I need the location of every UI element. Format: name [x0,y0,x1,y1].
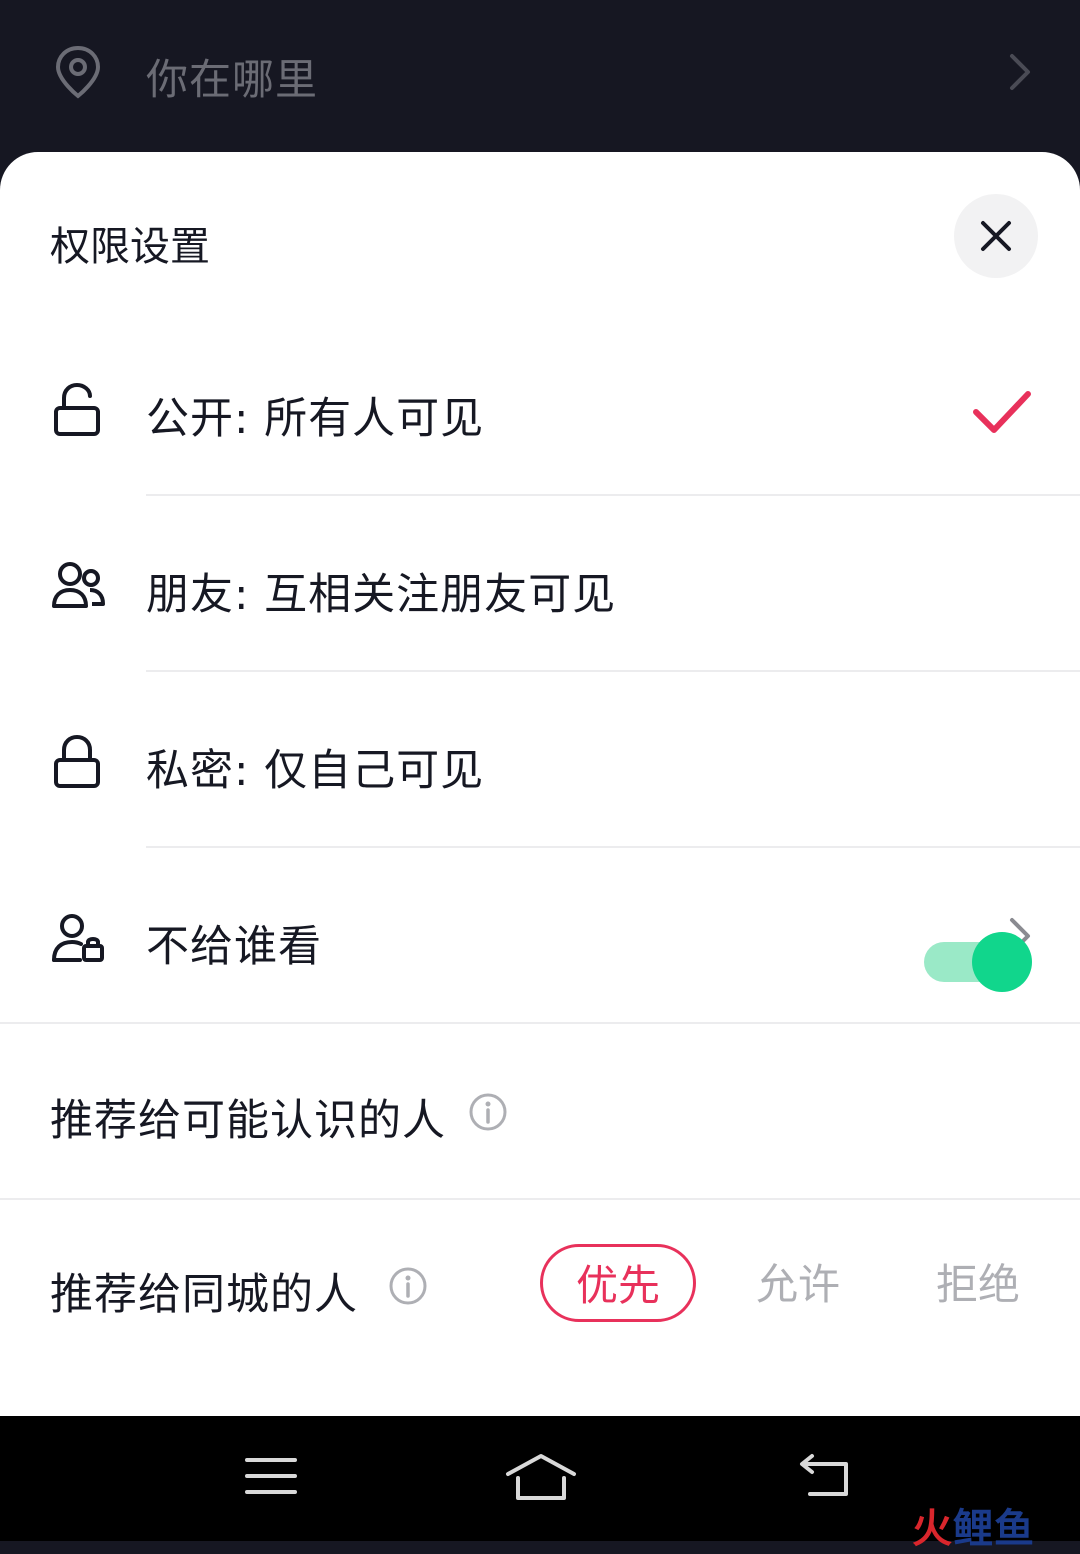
back-icon[interactable] [796,1452,852,1500]
recommend-known-label: 推荐给可能认识的人 [50,1096,446,1146]
close-icon [981,221,1011,251]
friends-icon [52,562,105,608]
city-option-reject[interactable]: 拒绝 [900,1246,1056,1324]
option-public[interactable]: 公开: 所有人可见 [0,322,1080,498]
city-option-priority[interactable]: 优先 [540,1244,696,1322]
divider [146,846,1080,848]
unlock-icon [54,382,100,436]
info-icon[interactable] [388,1266,428,1306]
recommend-known-toggle[interactable] [922,930,1034,992]
chevron-right-icon [1010,54,1030,90]
section-divider [0,1198,1080,1200]
option-friends-label: 朋友: 互相关注朋友可见 [146,570,617,620]
location-text: 你在哪里 [146,55,319,104]
watermark-logo: 火鲤鱼 [912,1506,1035,1552]
divider [146,670,1080,672]
home-icon[interactable] [504,1452,578,1504]
city-option-allow[interactable]: 允许 [720,1246,876,1324]
option-private-label: 私密: 仅自己可见 [146,746,485,796]
toggle-knob [972,932,1032,992]
checkmark-icon [973,391,1031,433]
section-divider [0,1022,1080,1024]
divider [146,494,1080,496]
option-hide-from-label: 不给谁看 [146,922,322,972]
location-row[interactable]: 你在哪里 [0,28,1080,118]
sheet-title: 权限设置 [50,224,210,270]
permission-sheet: 权限设置 公开: 所有人可见 朋友: 互相关注朋友可见 私密: 仅自己可见 不给… [0,152,1080,1416]
lock-icon [54,734,100,788]
close-button[interactable] [954,194,1038,278]
option-public-label: 公开: 所有人可见 [146,394,485,444]
recommend-city-label: 推荐给同城的人 [50,1270,358,1320]
location-pin-icon [55,45,101,99]
option-friends[interactable]: 朋友: 互相关注朋友可见 [0,498,1080,674]
menu-icon[interactable] [244,1452,298,1500]
user-lock-icon [52,914,104,962]
option-private[interactable]: 私密: 仅自己可见 [0,674,1080,850]
info-icon[interactable] [468,1092,508,1132]
option-hide-from[interactable]: 不给谁看 [0,850,1080,1026]
